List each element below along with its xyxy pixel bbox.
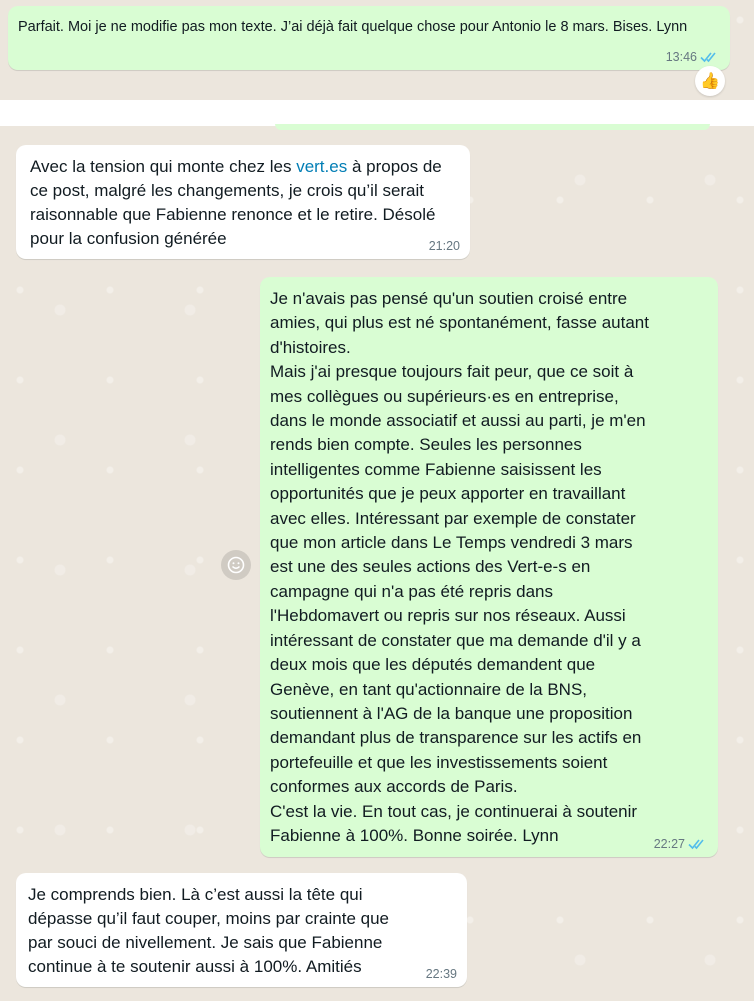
double-check-icon: [700, 52, 716, 63]
message-text: Avec la tension qui monte chez les vert.…: [30, 155, 460, 251]
message-time: 21:20: [428, 239, 460, 253]
message-link[interactable]: vert.es: [296, 157, 347, 176]
message-bubble-outgoing[interactable]: Parfait. Moi je ne modifie pas mon texte…: [8, 6, 730, 70]
message-text-start: Avec la tension qui monte chez les: [30, 157, 297, 176]
screenshot-separator: [0, 100, 754, 126]
message-text: Je comprends bien. Là c’est aussi la têt…: [28, 885, 390, 976]
message-meta: 21:20: [429, 239, 460, 253]
message-text: Parfait. Moi je ne modifie pas mon texte…: [18, 19, 688, 35]
clipped-bubble-edge: [275, 124, 710, 130]
thumbs-up-icon: 👍: [700, 73, 720, 90]
smiley-icon: [227, 556, 245, 574]
message-text: Je n'avais pas pensé qu'un soutien crois…: [270, 289, 649, 845]
message-meta: 22:39: [426, 967, 457, 981]
react-button[interactable]: [221, 550, 251, 580]
message-bubble-outgoing[interactable]: Je n'avais pas pensé qu'un soutien crois…: [260, 277, 718, 857]
message-meta: 22:27: [654, 837, 708, 851]
message-time: 22:27: [653, 837, 685, 851]
message-bubble-incoming[interactable]: Avec la tension qui monte chez les vert.…: [16, 145, 470, 259]
reaction-badge[interactable]: 👍: [695, 66, 725, 96]
message-meta: 13:46: [666, 50, 720, 64]
message-bubble-incoming[interactable]: Je comprends bien. Là c’est aussi la têt…: [16, 873, 467, 987]
message-time: 13:46: [665, 50, 697, 64]
double-check-icon: [688, 839, 704, 850]
message-time: 22:39: [425, 967, 457, 981]
